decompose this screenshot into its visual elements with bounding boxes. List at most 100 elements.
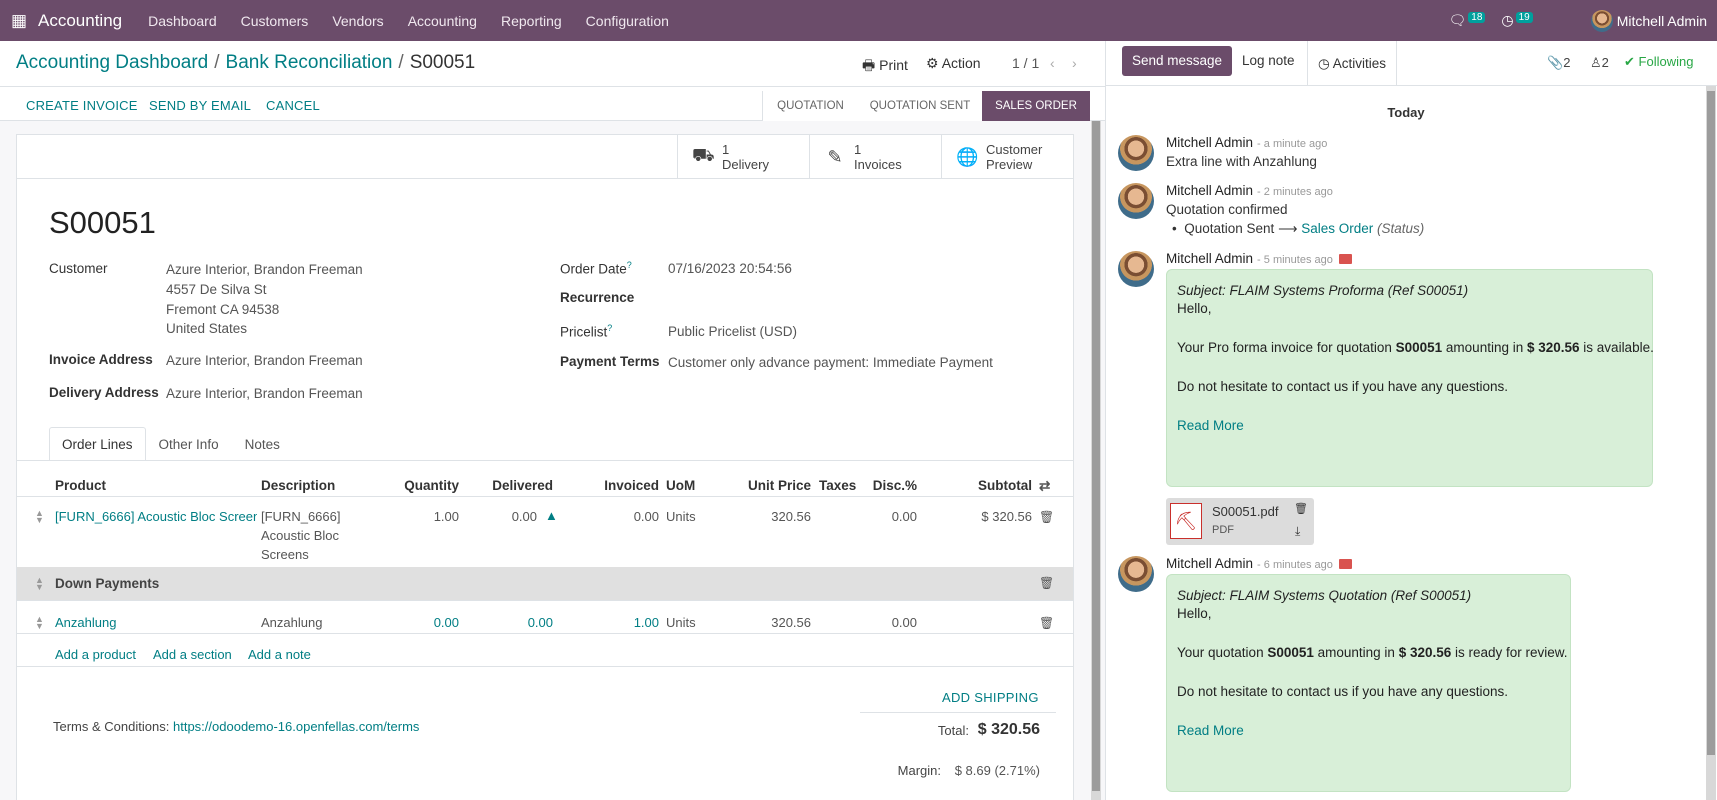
delete-attachment-icon[interactable]: 🗑 <box>1294 502 1308 515</box>
menu-customers[interactable]: Customers <box>229 13 321 29</box>
action-button[interactable]: ⚙ Action <box>926 55 981 72</box>
line-delivered[interactable]: 0.00 <box>473 615 553 630</box>
attachment-card[interactable]: ⛏ S00051.pdf PDF 🗑 ⤓ <box>1166 498 1314 545</box>
author-name[interactable]: Mitchell Admin <box>1166 251 1253 266</box>
print-button[interactable]: 🖶 Print <box>862 55 908 79</box>
col-taxes[interactable]: Taxes <box>819 478 856 493</box>
line-invoiced[interactable]: 1.00 <box>591 615 659 630</box>
col-uom[interactable]: UoM <box>666 478 695 493</box>
customer-link[interactable]: Azure Interior, Brandon Freeman <box>166 262 363 277</box>
menu-dashboard[interactable]: Dashboard <box>136 13 229 29</box>
followers-button[interactable]: ♙2 <box>1590 55 1609 71</box>
col-invoiced[interactable]: Invoiced <box>591 478 659 493</box>
cancel-button[interactable]: CANCEL <box>266 98 320 113</box>
messaging-button[interactable]: 🗨 18 <box>1448 12 1486 29</box>
stage-quotation-sent[interactable]: QUOTATION SENT <box>858 91 982 121</box>
tab-other-info[interactable]: Other Info <box>146 427 232 460</box>
menu-vendors[interactable]: Vendors <box>320 13 395 29</box>
read-more-link[interactable]: Read More <box>1177 418 1244 433</box>
column-settings-icon[interactable]: ⇄ <box>1039 478 1050 494</box>
author-avatar[interactable] <box>1118 251 1154 287</box>
menu-reporting[interactable]: Reporting <box>489 13 574 29</box>
drag-handle-icon[interactable]: ▲ ▼ <box>35 576 44 592</box>
add-product-link[interactable]: Add a product <box>55 647 136 662</box>
line-product[interactable]: [FURN_6666] Acoustic Bloc Screens <box>55 509 257 524</box>
col-quantity[interactable]: Quantity <box>389 478 459 493</box>
line-description[interactable]: Anzahlung <box>261 615 322 630</box>
invoices-smart-button[interactable]: ✎ 1 Invoices <box>809 135 941 179</box>
tab-order-lines[interactable]: Order Lines <box>49 427 146 460</box>
menu-accounting[interactable]: Accounting <box>396 13 489 29</box>
pricelist-field[interactable]: Public Pricelist (USD) <box>668 324 797 339</box>
col-discount[interactable]: Disc.% <box>857 478 917 493</box>
line-uom[interactable]: Units <box>666 615 696 630</box>
col-unit-price[interactable]: Unit Price <box>727 478 811 493</box>
menu-configuration[interactable]: Configuration <box>574 13 681 29</box>
terms-link[interactable]: https://odoodemo-16.openfellas.com/terms <box>173 719 419 734</box>
author-avatar[interactable] <box>1118 135 1154 171</box>
message-time: - 5 minutes ago <box>1257 254 1333 266</box>
user-menu[interactable]: Mitchell Admin <box>1590 9 1707 32</box>
tab-notes[interactable]: Notes <box>232 427 293 460</box>
delete-line-icon[interactable]: 🗑 <box>1039 510 1054 524</box>
breadcrumb-bank-reconciliation[interactable]: Bank Reconciliation <box>226 52 393 73</box>
col-product[interactable]: Product <box>55 478 106 493</box>
add-section-link[interactable]: Add a section <box>153 647 232 662</box>
line-discount[interactable]: 0.00 <box>857 509 917 524</box>
line-description-1[interactable]: [FURN_6666] <box>261 509 340 524</box>
send-message-button[interactable]: Send message <box>1122 46 1233 76</box>
section-row[interactable]: ▲ ▼ Down Payments 🗑 <box>17 567 1073 600</box>
create-invoice-button[interactable]: CREATE INVOICE <box>26 98 138 113</box>
line-product[interactable]: Anzahlung <box>55 615 116 630</box>
form-scrollbar[interactable] <box>1091 121 1101 800</box>
delivery-address-field[interactable]: Azure Interior, Brandon Freeman <box>166 386 363 401</box>
pager-prev-icon[interactable]: ‹ <box>1050 55 1055 71</box>
line-unit-price[interactable]: 320.56 <box>727 615 811 630</box>
add-note-link[interactable]: Add a note <box>248 647 311 662</box>
app-name[interactable]: Accounting <box>38 11 122 31</box>
delete-line-icon[interactable]: 🗑 <box>1039 616 1054 630</box>
activities-button[interactable]: ◷ Activities <box>1307 41 1398 86</box>
delivery-smart-button[interactable]: ⛟ 1 Delivery <box>677 135 809 179</box>
attachments-button[interactable]: 📎2 <box>1547 55 1570 71</box>
delete-section-icon[interactable]: 🗑 <box>1039 576 1054 590</box>
author-avatar[interactable] <box>1118 556 1154 592</box>
line-unit-price[interactable]: 320.56 <box>727 509 811 524</box>
add-shipping-button[interactable]: ADD SHIPPING <box>942 690 1039 705</box>
action-bar: CREATE INVOICE SEND BY EMAIL CANCEL QUOT… <box>0 86 1105 121</box>
send-by-email-button[interactable]: SEND BY EMAIL <box>149 98 251 113</box>
invoice-address-field[interactable]: Azure Interior, Brandon Freeman <box>166 353 363 368</box>
col-description[interactable]: Description <box>261 478 335 493</box>
help-mark-pricelist[interactable]: ? <box>607 323 612 333</box>
following-button[interactable]: ✔ Following <box>1624 54 1693 70</box>
col-subtotal[interactable]: Subtotal <box>932 478 1032 493</box>
author-name[interactable]: Mitchell Admin <box>1166 135 1253 150</box>
author-avatar[interactable] <box>1118 183 1154 219</box>
read-more-link[interactable]: Read More <box>1177 723 1244 738</box>
breadcrumb-accounting-dashboard[interactable]: Accounting Dashboard <box>16 52 208 73</box>
line-uom[interactable]: Units <box>666 509 696 524</box>
section-name[interactable]: Down Payments <box>55 576 159 591</box>
pager-value[interactable]: 1 / 1 <box>1012 55 1039 71</box>
chatter-scrollbar[interactable] <box>1706 86 1716 800</box>
customer-preview-smart-button[interactable]: 🌐 Customer Preview <box>941 135 1073 179</box>
stage-sales-order[interactable]: SALES ORDER <box>982 91 1090 121</box>
help-mark-order-date[interactable]: ? <box>627 260 632 270</box>
line-quantity[interactable]: 0.00 <box>389 615 459 630</box>
forecast-chart-icon[interactable]: ▲ <box>545 508 558 523</box>
apps-menu-icon[interactable]: ▦ <box>0 11 38 31</box>
stage-quotation[interactable]: QUOTATION <box>762 91 858 121</box>
log-note-button[interactable]: Log note <box>1232 46 1305 76</box>
payment-terms-field[interactable]: Customer only advance payment: Immediate… <box>668 355 993 370</box>
col-delivered[interactable]: Delivered <box>473 478 553 493</box>
pager-next-icon[interactable]: › <box>1072 55 1077 71</box>
order-date-field[interactable]: 07/16/2023 20:54:56 <box>668 261 792 276</box>
drag-handle-icon[interactable]: ▲ ▼ <box>35 615 44 631</box>
line-discount[interactable]: 0.00 <box>857 615 917 630</box>
line-quantity[interactable]: 1.00 <box>389 509 459 524</box>
activities-button[interactable]: ◷ 19 <box>1501 12 1533 29</box>
author-name[interactable]: Mitchell Admin <box>1166 556 1253 571</box>
drag-handle-icon[interactable]: ▲ ▼ <box>35 509 44 525</box>
author-name[interactable]: Mitchell Admin <box>1166 183 1253 198</box>
download-icon[interactable]: ⤓ <box>1295 524 1300 539</box>
